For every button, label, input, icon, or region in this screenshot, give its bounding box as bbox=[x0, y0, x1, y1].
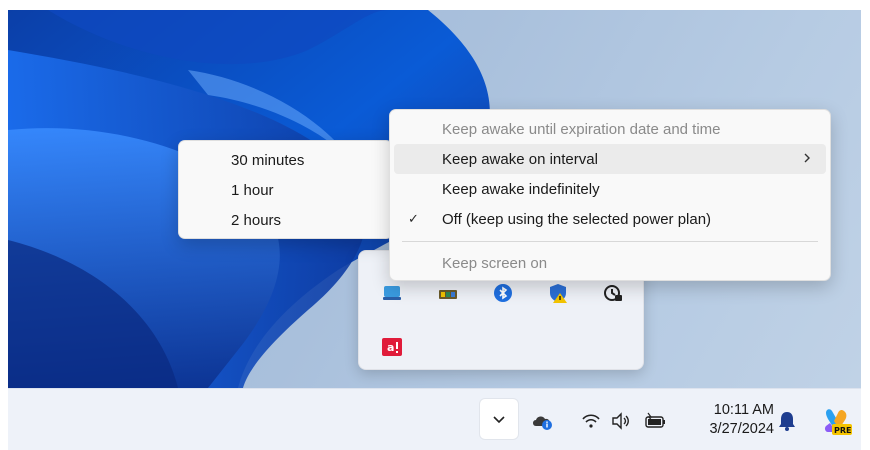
battery-status-icon[interactable] bbox=[437, 282, 459, 304]
desktop-screen: a 30 minutes 1 hour 2 hours Keep awake u… bbox=[8, 10, 861, 450]
submenu-item-label: 1 hour bbox=[231, 181, 274, 199]
menu-item-label: Keep awake on interval bbox=[442, 150, 598, 168]
svg-text:a: a bbox=[387, 341, 394, 354]
copilot-badge: PRE bbox=[834, 426, 852, 435]
submenu-item-1-hour[interactable]: 1 hour bbox=[183, 175, 388, 205]
awake-coffee-icon[interactable] bbox=[602, 282, 624, 304]
taskbar: 10:11 AM 3/27/2024 PRE bbox=[8, 388, 861, 450]
menu-separator bbox=[402, 241, 818, 242]
awake-context-menu: Keep awake until expiration date and tim… bbox=[389, 109, 831, 281]
wifi-icon[interactable] bbox=[580, 411, 602, 431]
menu-item-keep-awake-indefinitely[interactable]: Keep awake indefinitely bbox=[394, 174, 826, 204]
submenu-item-label: 30 minutes bbox=[231, 151, 305, 169]
weather-icon[interactable] bbox=[381, 282, 403, 304]
submenu-item-2-hours[interactable]: 2 hours bbox=[183, 205, 388, 235]
menu-item-keep-awake-until-expiration: Keep awake until expiration date and tim… bbox=[394, 114, 826, 144]
submenu-item-label: 2 hours bbox=[231, 211, 282, 229]
show-hidden-icons-button[interactable] bbox=[480, 399, 518, 439]
bell-icon[interactable] bbox=[776, 409, 798, 433]
interval-submenu: 30 minutes 1 hour 2 hours bbox=[178, 140, 393, 239]
menu-item-keep-screen-on: Keep screen on bbox=[394, 248, 826, 278]
menu-item-label: Keep awake indefinitely bbox=[442, 180, 600, 198]
shield-warning-icon[interactable] bbox=[547, 282, 569, 304]
clock[interactable]: 10:11 AM 3/27/2024 bbox=[682, 401, 774, 439]
menu-item-off[interactable]: ✓ Off (keep using the selected power pla… bbox=[394, 204, 826, 234]
chevron-down-icon bbox=[493, 416, 505, 424]
volume-icon[interactable] bbox=[610, 411, 632, 431]
copilot-icon[interactable]: PRE bbox=[820, 405, 852, 437]
battery-icon[interactable] bbox=[643, 411, 667, 431]
adobe-alert-icon[interactable]: a bbox=[381, 336, 403, 358]
clock-date: 3/27/2024 bbox=[709, 421, 774, 437]
submenu-item-30-minutes[interactable]: 30 minutes bbox=[183, 145, 388, 175]
onedrive-info-icon[interactable] bbox=[530, 409, 556, 433]
menu-item-label: Off (keep using the selected power plan) bbox=[442, 210, 712, 228]
chevron-right-icon bbox=[804, 153, 810, 163]
menu-item-keep-awake-on-interval[interactable]: Keep awake on interval bbox=[394, 144, 826, 174]
menu-item-label: Keep awake until expiration date and tim… bbox=[442, 120, 721, 138]
clock-time: 10:11 AM bbox=[713, 402, 774, 418]
menu-item-label: Keep screen on bbox=[442, 254, 548, 272]
bluetooth-icon[interactable] bbox=[492, 282, 514, 304]
check-icon: ✓ bbox=[408, 211, 419, 226]
